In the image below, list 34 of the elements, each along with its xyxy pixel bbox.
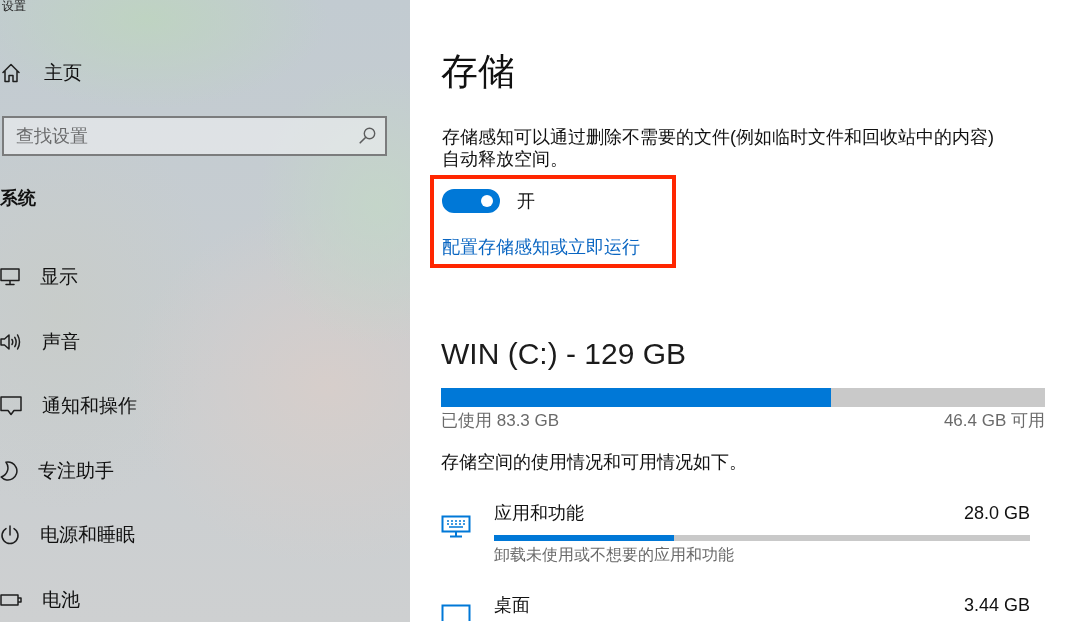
page-title: 存储 xyxy=(441,50,515,94)
search-icon xyxy=(359,127,376,144)
sidebar-item[interactable]: 电池 xyxy=(0,584,137,615)
sidebar-item[interactable]: 显示 xyxy=(0,262,137,292)
category-description: 卸载未使用或不想要的应用和功能 xyxy=(494,545,734,565)
search-field[interactable]: 查找设置 xyxy=(2,116,387,156)
sidebar-item[interactable]: 声音 xyxy=(0,326,137,357)
description-text: 存储感知可以通过删除不需要的文件(例如临时文件和回收站中的内容)自动释放空间。 xyxy=(442,126,995,170)
sidebar-item[interactable]: 电源和睡眠 xyxy=(0,520,137,551)
battery-icon xyxy=(0,593,22,606)
home-icon xyxy=(2,63,20,83)
category-name[interactable]: 桌面 xyxy=(494,595,530,615)
toggle-switch[interactable] xyxy=(442,189,500,213)
moon-icon xyxy=(0,460,18,481)
usage-intro-text: 存储空间的使用情况和可用情况如下。 xyxy=(441,452,747,472)
drive-title: WIN (C:) - 129 GB xyxy=(441,336,687,372)
free-space-text: 46.4 GB 可用 xyxy=(943,411,1045,431)
home-link[interactable]: 主页 xyxy=(0,58,82,88)
category-size: 3.44 GB xyxy=(963,595,1030,615)
sidebar-item[interactable]: 通知和操作 xyxy=(0,391,137,422)
sidebar-item[interactable]: 专注助手 xyxy=(0,455,137,486)
speech-bubble-icon xyxy=(0,396,22,417)
speaker-icon xyxy=(0,332,22,351)
monitor-icon xyxy=(0,268,20,286)
used-space-text: 已使用 83.3 GB xyxy=(441,411,560,431)
power-icon xyxy=(0,525,20,546)
section-title: 系统 xyxy=(0,187,36,210)
screen-icon xyxy=(441,604,471,621)
monitor-grid-icon xyxy=(441,515,471,538)
category-name[interactable]: 应用和功能 xyxy=(494,503,584,523)
configure-link[interactable]: 配置存储感知或立即运行 xyxy=(442,237,640,257)
window-title: 设置 xyxy=(1,0,26,13)
toggle-state-label: 开 xyxy=(517,190,535,212)
category-size: 28.0 GB xyxy=(963,503,1030,523)
